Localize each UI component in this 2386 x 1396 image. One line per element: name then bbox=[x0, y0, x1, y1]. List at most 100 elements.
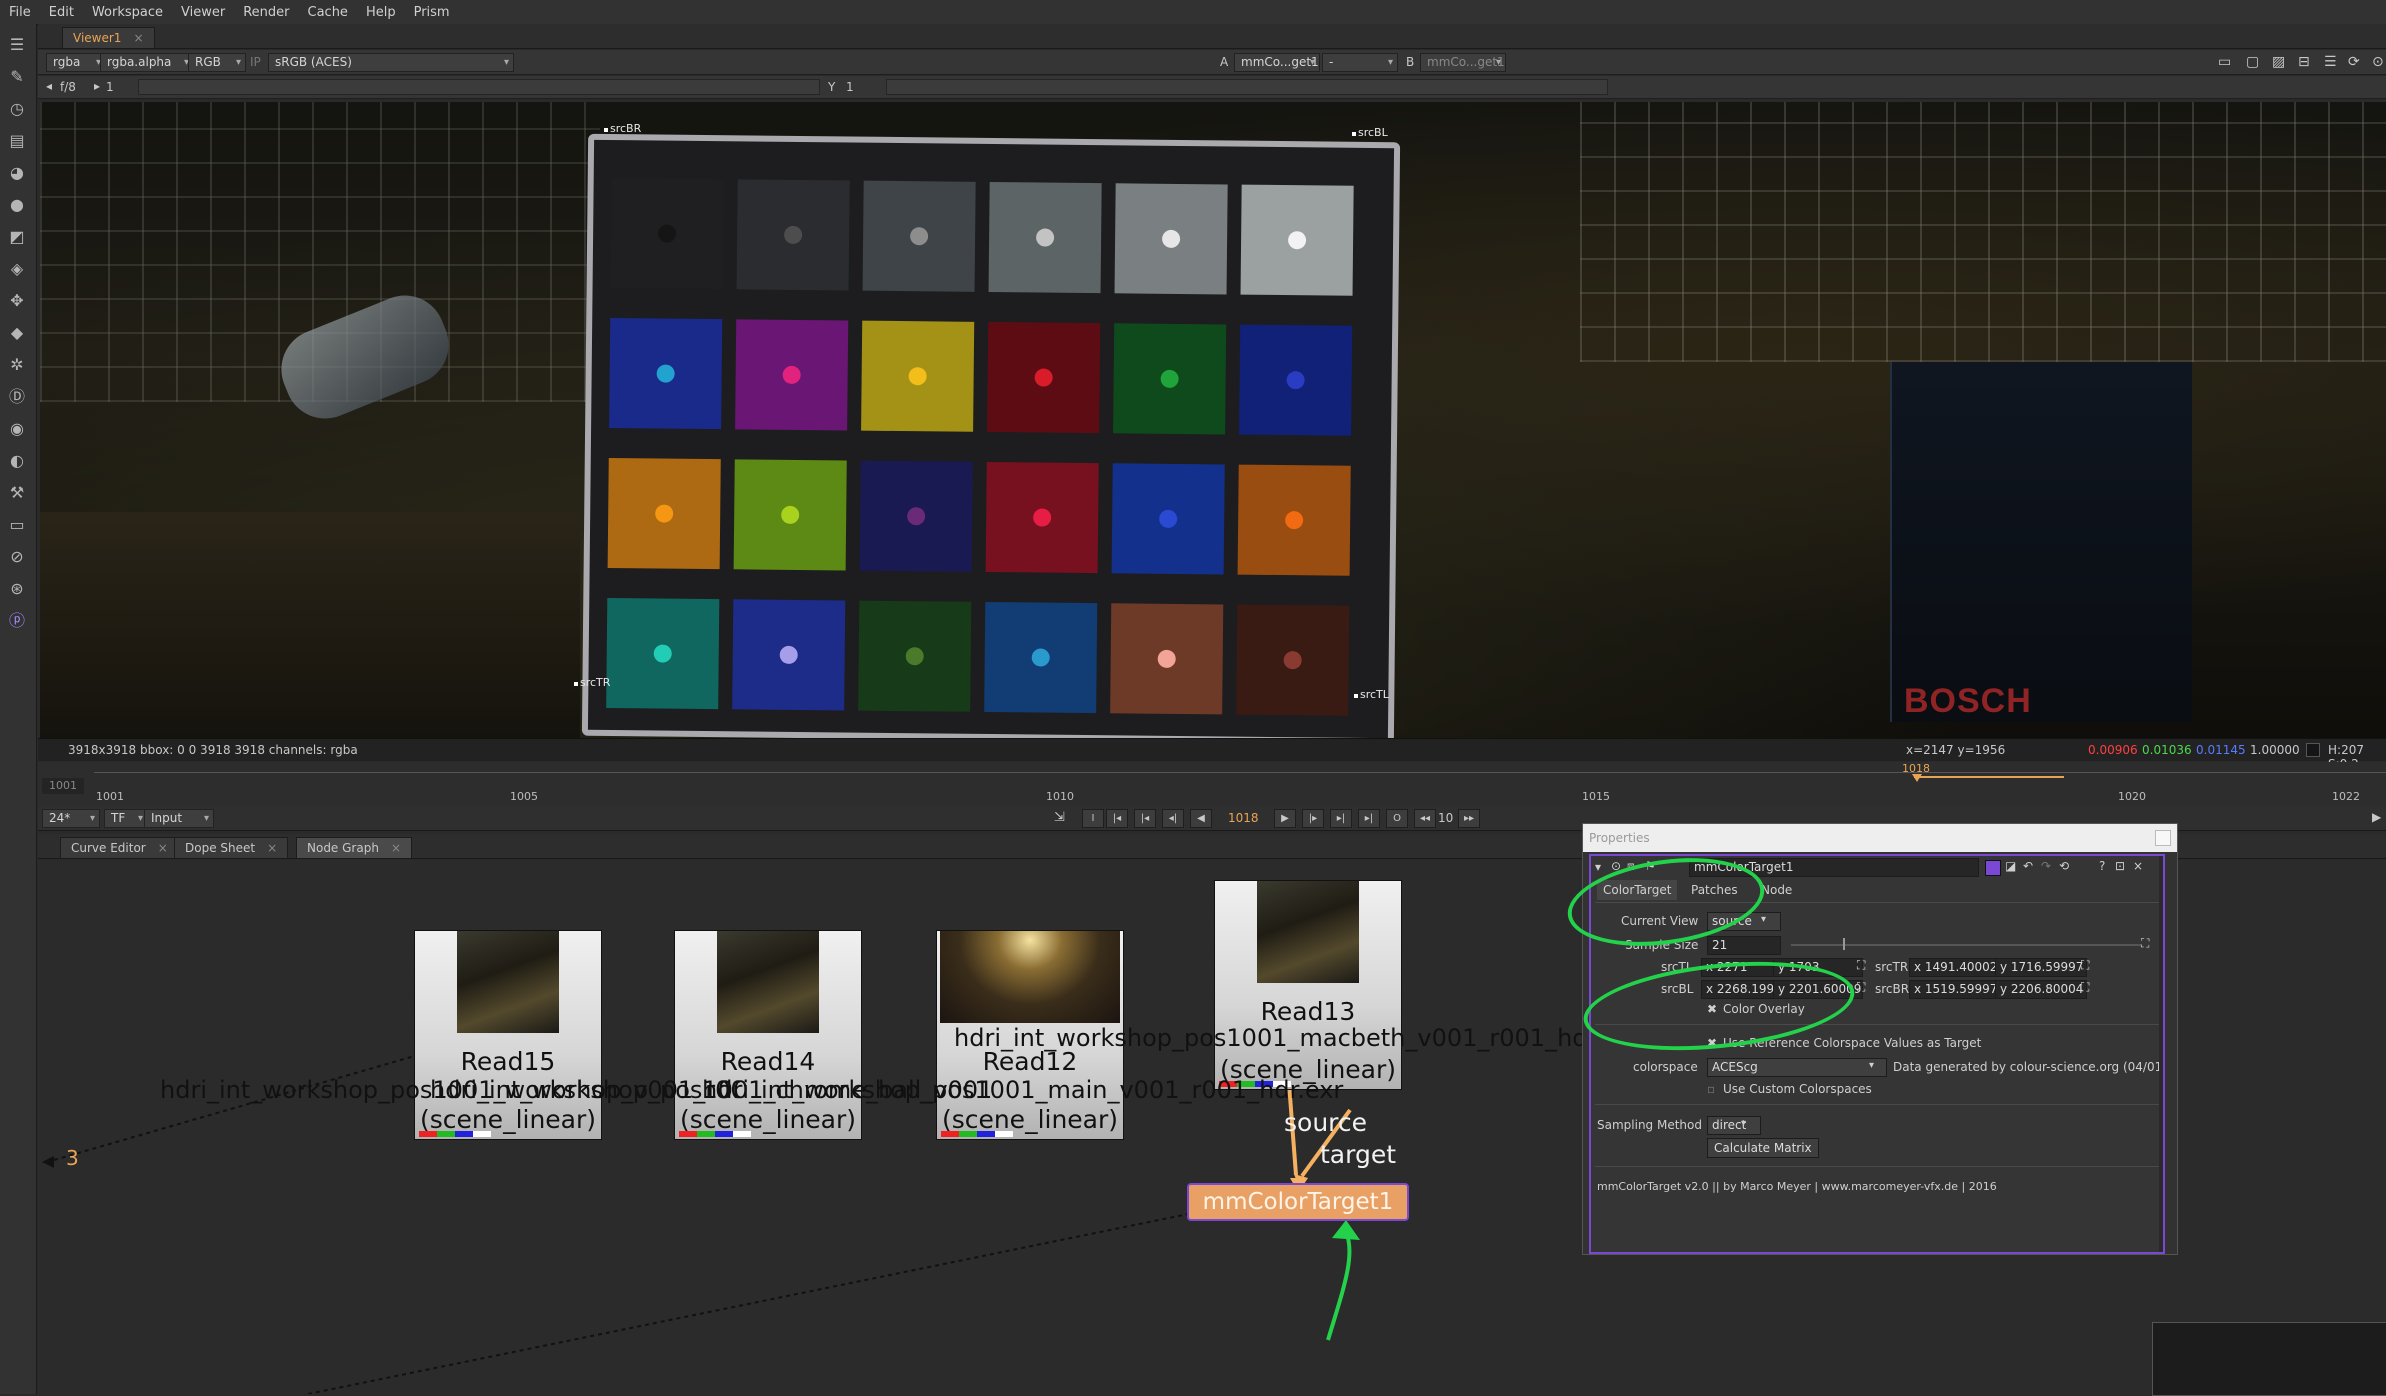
menu-cache[interactable]: Cache bbox=[299, 5, 357, 20]
roi-icon[interactable]: ▭ bbox=[2218, 54, 2231, 70]
play-forward-button[interactable]: ▶ bbox=[1274, 809, 1296, 828]
color-picker-icon[interactable]: ◪ bbox=[2005, 859, 2016, 873]
menu-help[interactable]: Help bbox=[357, 5, 405, 20]
frame-step-field[interactable]: 10 bbox=[1438, 811, 1453, 825]
srcbr-anim-icon[interactable]: ⛶ bbox=[2081, 980, 2089, 995]
node-mmcolortarget1[interactable]: mmColorTarget1 bbox=[1187, 1183, 1409, 1221]
corner-label-srctl[interactable]: srcTL bbox=[1354, 688, 1389, 701]
srctr-y-field[interactable]: y 1716.59997 bbox=[1995, 958, 2087, 977]
merge-tools-icon[interactable]: ◈ bbox=[6, 258, 28, 280]
timeline[interactable]: 1001 1001 1005 1010 1015 1020 1022 1018 bbox=[38, 762, 2386, 807]
tab-dope-sheet[interactable]: Dope Sheet × bbox=[174, 837, 289, 858]
srcbr-x-field[interactable]: x 1519.59997 bbox=[1909, 980, 1999, 999]
filter-tools-icon[interactable]: ● bbox=[6, 194, 28, 216]
timeframe-select[interactable]: TF bbox=[104, 809, 148, 828]
srctr-anim-icon[interactable]: ⛶ bbox=[2081, 958, 2089, 973]
srctl-anim-icon[interactable]: ⛶ bbox=[1857, 958, 1865, 973]
refresh-icon[interactable]: ⟳ bbox=[2348, 54, 2360, 70]
collapse-icon[interactable]: ▾ bbox=[1595, 860, 1601, 874]
a-input-select[interactable]: mmCo...get1 bbox=[1234, 53, 1320, 72]
current-frame-field[interactable]: 1018 bbox=[1228, 811, 1259, 825]
offscreen-node-count[interactable]: 3 bbox=[66, 1146, 79, 1170]
playhead-marker[interactable] bbox=[1912, 774, 1922, 782]
gamma-value[interactable]: 1 bbox=[846, 80, 854, 94]
gain-next-icon[interactable]: ▸ bbox=[94, 79, 100, 93]
menu-viewer[interactable]: Viewer bbox=[172, 5, 234, 20]
revert-icon[interactable]: ⟲ bbox=[2059, 859, 2069, 873]
go-to-in-button[interactable]: I bbox=[1082, 809, 1104, 828]
playback-mode-icon[interactable]: ▶ bbox=[2372, 810, 2381, 824]
animation-icon[interactable]: ⛶ bbox=[2141, 936, 2149, 951]
draw-tools-icon[interactable]: ✎ bbox=[6, 66, 28, 88]
play-backward-button[interactable]: ◀ bbox=[1190, 809, 1212, 828]
channel-select[interactable]: rgba bbox=[46, 53, 106, 72]
image-tools-icon[interactable]: ☰ bbox=[6, 34, 28, 56]
close-icon[interactable]: × bbox=[133, 31, 143, 45]
viewer-image[interactable]: BOSCH srcBR srcBL srcTR srcTL bbox=[40, 102, 2386, 738]
previous-keyframe-button[interactable]: |◂ bbox=[1134, 809, 1156, 828]
alpha-channel-select[interactable]: rgba.alpha bbox=[100, 53, 194, 72]
toolsets-icon[interactable]: ⚒ bbox=[6, 482, 28, 504]
tab-node-graph[interactable]: Node Graph × bbox=[296, 837, 413, 858]
close-icon[interactable]: × bbox=[158, 841, 168, 855]
redo-icon[interactable]: ↷ bbox=[2041, 859, 2051, 873]
transform-tools-icon[interactable]: ✥ bbox=[6, 290, 28, 312]
go-to-out-button[interactable]: O bbox=[1386, 809, 1408, 828]
close-icon[interactable]: × bbox=[391, 841, 401, 855]
gain-slider[interactable] bbox=[138, 79, 820, 95]
list-icon[interactable]: ☰ bbox=[2324, 54, 2337, 70]
compare-mode-select[interactable]: - bbox=[1322, 53, 1398, 72]
float-window-icon[interactable] bbox=[2155, 830, 2171, 846]
srcbl-anim-icon[interactable]: ⛶ bbox=[1857, 980, 1865, 995]
fps-select[interactable]: 24* bbox=[42, 809, 100, 828]
deep-tools-icon[interactable]: Ⓓ bbox=[6, 386, 28, 408]
tab-viewer1[interactable]: Viewer1 × bbox=[62, 27, 155, 48]
colorspace-select[interactable]: ACEScg bbox=[1707, 1058, 1887, 1077]
gizmos-icon[interactable]: ⊛ bbox=[6, 578, 28, 600]
fstop-value[interactable]: f/8 bbox=[60, 80, 76, 94]
calculate-matrix-button[interactable]: Calculate Matrix bbox=[1707, 1138, 1819, 1158]
close-icon[interactable]: × bbox=[2133, 859, 2143, 873]
fstop-prev-icon[interactable]: ◂ bbox=[46, 79, 52, 93]
display-channels-select[interactable]: RGB bbox=[188, 53, 246, 72]
pause-icon[interactable]: ⊙ bbox=[2372, 54, 2384, 70]
b-input-select[interactable]: mmCo...get1 bbox=[1420, 53, 1506, 72]
prism-icon[interactable]: ⓟ bbox=[6, 610, 28, 632]
properties-scrollbar[interactable] bbox=[2159, 856, 2163, 1252]
views-tools-icon[interactable]: ◉ bbox=[6, 418, 28, 440]
srctr-x-field[interactable]: x 1491.40002 bbox=[1909, 958, 1999, 977]
go-to-end-button[interactable]: ▸| bbox=[1358, 809, 1380, 828]
menu-edit[interactable]: Edit bbox=[40, 5, 83, 20]
corner-label-srctr[interactable]: srcTR bbox=[573, 676, 610, 689]
maximize-icon[interactable]: ⊡ bbox=[2115, 859, 2125, 873]
mask-overlay-icon[interactable]: ▢ bbox=[2246, 54, 2259, 70]
keyer-tools-icon[interactable]: ◩ bbox=[6, 226, 28, 248]
sampling-method-select[interactable]: direct bbox=[1707, 1116, 1761, 1135]
next-keyframe-button[interactable]: ▸| bbox=[1330, 809, 1352, 828]
viewer-lut-select[interactable]: sRGB (ACES) bbox=[268, 53, 514, 72]
undo-icon[interactable]: ↶ bbox=[2023, 859, 2033, 873]
sample-size-field[interactable]: 21 bbox=[1707, 936, 1781, 955]
node-read13[interactable]: Read13 (scene_linear) bbox=[1214, 880, 1402, 1090]
menu-workspace[interactable]: Workspace bbox=[83, 5, 172, 20]
menu-render[interactable]: Render bbox=[234, 5, 298, 20]
furnace-tools-icon[interactable]: ⊘ bbox=[6, 546, 28, 568]
node-color-swatch[interactable] bbox=[1985, 860, 2001, 876]
other-tools-icon[interactable]: ▭ bbox=[6, 514, 28, 536]
channel-tools-icon[interactable]: ▤ bbox=[6, 130, 28, 152]
timeline-start-field[interactable]: 1001 bbox=[42, 778, 84, 794]
close-icon[interactable]: × bbox=[267, 841, 277, 855]
menu-file[interactable]: File bbox=[0, 5, 40, 20]
srcbr-y-field[interactable]: y 2206.80004 bbox=[1995, 980, 2087, 999]
corner-label-srcbl[interactable]: srcBL bbox=[1352, 126, 1388, 139]
lock-icon[interactable]: ⊟ bbox=[2298, 54, 2310, 70]
node-read15[interactable]: Read15 (scene_linear) bbox=[414, 930, 602, 1140]
step-back-button[interactable]: ◂| bbox=[1162, 809, 1184, 828]
go-to-start-button[interactable]: |◂ bbox=[1106, 809, 1128, 828]
node-graph-minimap[interactable] bbox=[2152, 1322, 2386, 1396]
particles-tools-icon[interactable]: ✲ bbox=[6, 354, 28, 376]
tab-curve-editor[interactable]: Curve Editor × bbox=[60, 837, 179, 858]
gain-value[interactable]: 1 bbox=[106, 80, 114, 94]
skip-back-button[interactable]: ◂◂ bbox=[1414, 809, 1436, 828]
3d-tools-icon[interactable]: ◆ bbox=[6, 322, 28, 344]
